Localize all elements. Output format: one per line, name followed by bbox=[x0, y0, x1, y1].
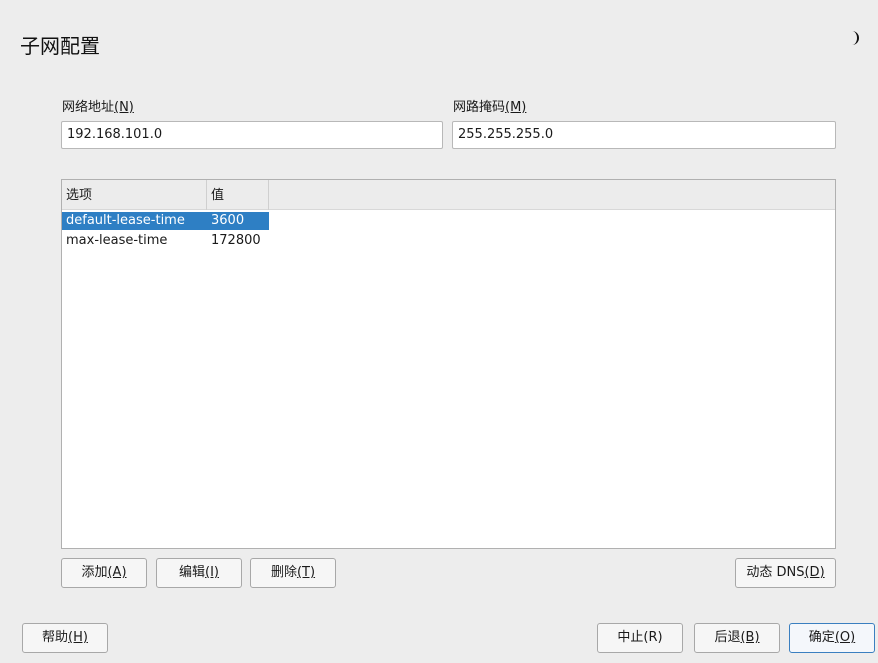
column-header-value[interactable]: 值 bbox=[207, 180, 269, 210]
add-button[interactable]: 添加(A) bbox=[61, 558, 147, 588]
ok-button[interactable]: 确定(O) bbox=[789, 623, 875, 653]
dynamic-dns-button[interactable]: 动态 DNS(D) bbox=[735, 558, 836, 588]
back-button-label: 后退 bbox=[714, 630, 741, 645]
netmask-label: 网路掩码(M) bbox=[453, 96, 526, 115]
table-row[interactable]: default-lease-time 3600 bbox=[62, 212, 269, 230]
back-button[interactable]: 后退(B) bbox=[694, 623, 780, 653]
network-address-input[interactable]: 192.168.101.0 bbox=[61, 121, 443, 149]
help-button-label: 帮助 bbox=[42, 630, 69, 645]
help-button-key: (H) bbox=[68, 630, 88, 645]
network-address-label-text: 网络地址 bbox=[62, 100, 115, 115]
table-cell-value: 172800 bbox=[211, 233, 261, 248]
table-cell-option: max-lease-time bbox=[66, 233, 168, 248]
ok-button-key: (O) bbox=[834, 630, 856, 645]
add-button-key: (A) bbox=[107, 565, 127, 580]
table-header: 选项 值 bbox=[62, 180, 835, 210]
netmask-input[interactable]: 255.255.255.0 bbox=[452, 121, 836, 149]
dynamic-dns-button-label: 动态 DNS bbox=[746, 565, 805, 580]
table-row[interactable]: max-lease-time 172800 bbox=[62, 232, 269, 250]
abort-button[interactable]: 中止(R) bbox=[597, 623, 683, 653]
column-header-option[interactable]: 选项 bbox=[62, 180, 207, 210]
back-button-key: (B) bbox=[740, 630, 760, 645]
ok-button-label: 确定 bbox=[808, 630, 835, 645]
add-button-label: 添加 bbox=[81, 565, 108, 580]
help-button[interactable]: 帮助(H) bbox=[22, 623, 108, 653]
edit-button[interactable]: 编辑(I) bbox=[156, 558, 242, 588]
moon-icon bbox=[852, 31, 859, 45]
delete-button-label: 删除 bbox=[270, 565, 297, 580]
options-table[interactable]: 选项 值 default-lease-time 3600 max-lease-t… bbox=[61, 179, 836, 549]
dynamic-dns-button-key: (D) bbox=[804, 565, 825, 580]
network-address-mnemonic: (N) bbox=[114, 100, 134, 115]
netmask-label-text: 网路掩码 bbox=[453, 100, 506, 115]
table-cell-value: 3600 bbox=[207, 212, 269, 230]
netmask-mnemonic: (M) bbox=[505, 100, 527, 115]
network-address-label: 网络地址(N) bbox=[62, 96, 134, 115]
delete-button[interactable]: 删除(T) bbox=[250, 558, 336, 588]
delete-button-key: (T) bbox=[296, 565, 316, 580]
edit-button-label: 编辑 bbox=[179, 565, 206, 580]
table-cell-option: default-lease-time bbox=[62, 212, 207, 230]
edit-button-key: (I) bbox=[205, 565, 219, 580]
window-title: 子网配置 bbox=[20, 34, 100, 58]
